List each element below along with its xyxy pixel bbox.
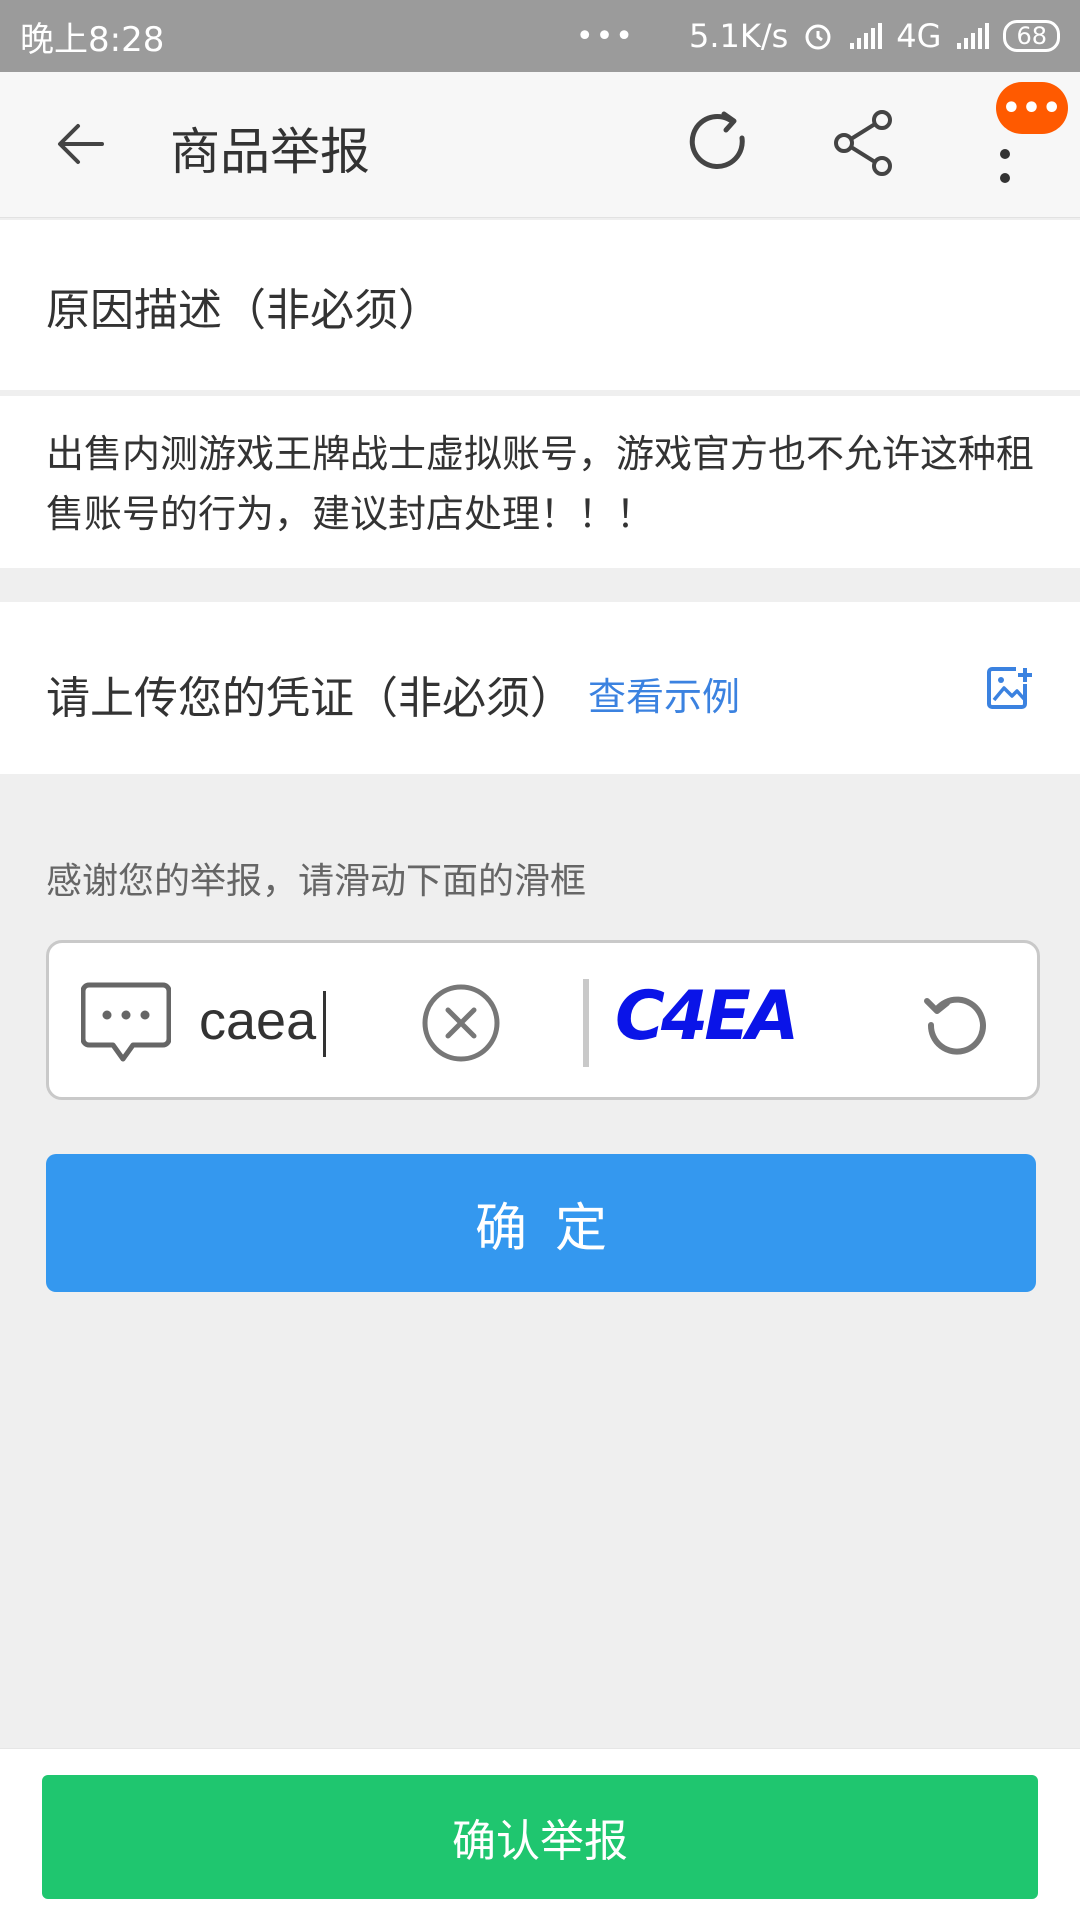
back-arrow-icon[interactable] xyxy=(52,114,112,174)
submit-report-button[interactable]: 确认举报 xyxy=(42,1775,1038,1899)
reason-text[interactable]: 出售内测游戏王牌战士虚拟账号，游戏官方也不允许这种租售账号的行为，建议封店处理！… xyxy=(46,424,1036,544)
text-caret xyxy=(323,991,326,1057)
upload-section: 请上传您的凭证（非必须） 查看示例 xyxy=(0,602,1080,774)
upload-label: 请上传您的凭证（非必须） xyxy=(46,673,574,724)
bottom-bar: 确认举报 xyxy=(0,1748,1080,1920)
signal-icon xyxy=(850,23,883,49)
network-speed: 5.1K/s xyxy=(688,17,789,55)
toolbar: 商品举报 ••• xyxy=(0,72,1080,218)
reason-section: 原因描述（非必须） xyxy=(0,220,1080,390)
reason-body[interactable]: 出售内测游戏王牌战士虚拟账号，游戏官方也不允许这种租售账号的行为，建议封店处理！… xyxy=(0,396,1080,568)
alarm-icon xyxy=(805,24,831,50)
clear-icon[interactable] xyxy=(421,983,501,1063)
captcha-image: C4EA xyxy=(615,976,799,1056)
chat-bubble-icon xyxy=(81,982,171,1062)
status-right: ••• 5.1K/s 4G 68 xyxy=(576,17,1060,55)
status-time: 晚上8:28 xyxy=(20,19,165,60)
notification-badge[interactable]: ••• xyxy=(996,82,1068,134)
confirm-button[interactable]: 确定 xyxy=(46,1154,1036,1292)
signal-icon-2 xyxy=(957,23,990,49)
report-page: 晚上8:28 ••• 5.1K/s 4G 68 商品举报 ••• 原因描述（非必… xyxy=(0,0,1080,1920)
refresh-icon[interactable] xyxy=(684,108,754,178)
battery-indicator: 68 xyxy=(1003,20,1060,52)
network-type: 4G xyxy=(896,17,942,55)
captcha-refresh-icon[interactable] xyxy=(923,991,987,1055)
captcha-hint: 感谢您的举报，请滑动下面的滑框 xyxy=(46,861,587,902)
share-icon[interactable] xyxy=(830,108,900,178)
view-example-link[interactable]: 查看示例 xyxy=(588,666,740,721)
add-image-icon[interactable] xyxy=(986,664,1034,712)
captcha-box: C4EA xyxy=(46,940,1040,1100)
page-title: 商品举报 xyxy=(170,123,370,181)
captcha-divider xyxy=(583,979,589,1067)
status-dots: ••• xyxy=(575,18,635,54)
reason-title: 原因描述（非必须） xyxy=(46,285,442,336)
status-bar: 晚上8:28 ••• 5.1K/s 4G 68 xyxy=(0,0,1080,72)
